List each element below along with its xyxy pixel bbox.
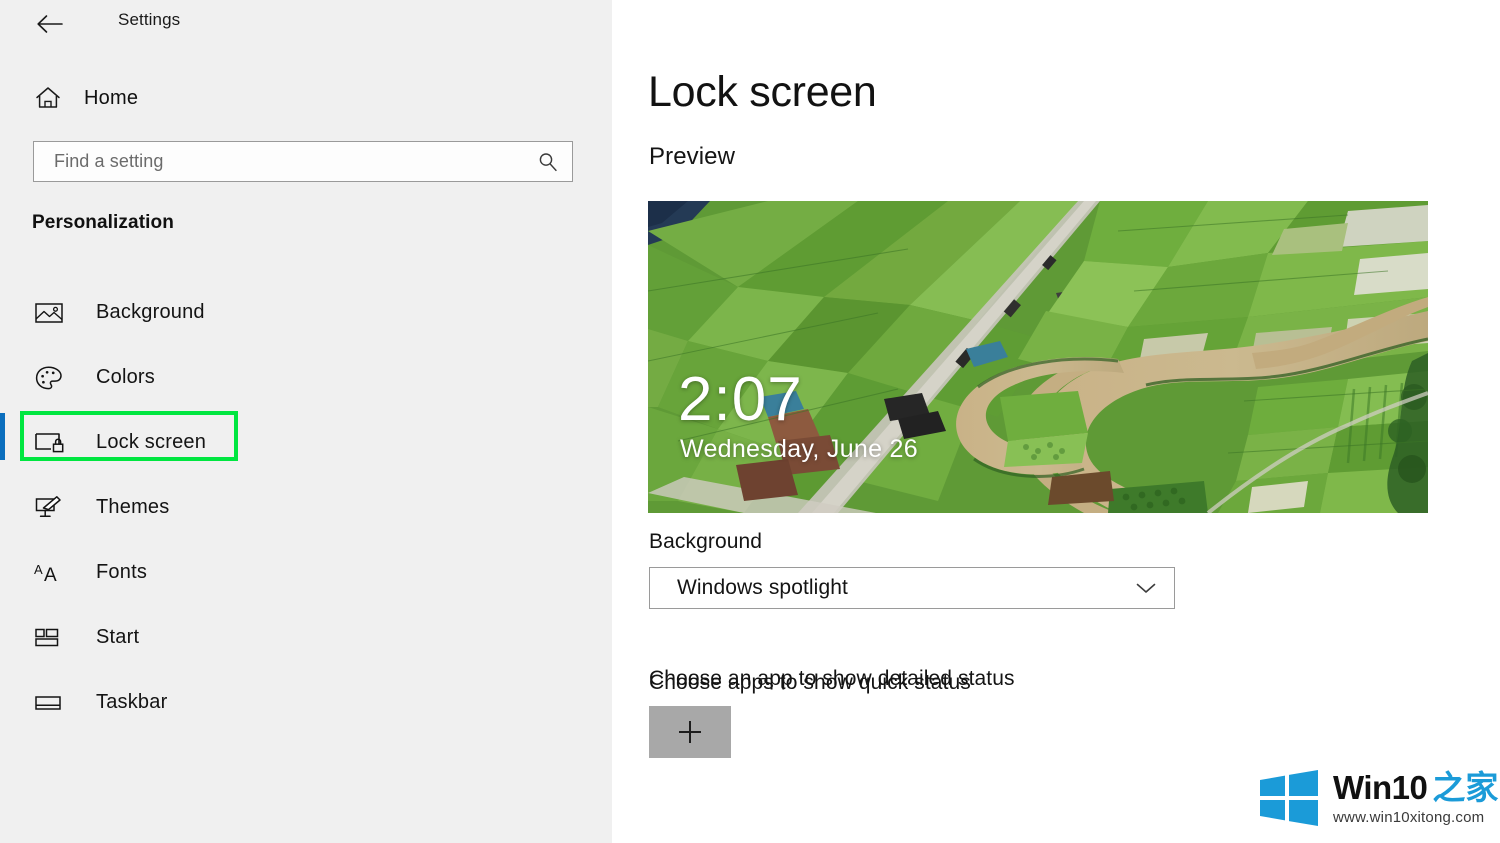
title-bar: Settings: [0, 0, 612, 48]
background-dropdown-value: Windows spotlight: [677, 576, 848, 599]
back-arrow-icon: [37, 15, 63, 33]
preview-image: [648, 201, 1428, 513]
sidebar-item-background[interactable]: Background: [0, 280, 612, 345]
lock-screen-icon: [34, 430, 80, 456]
taskbar-icon: [34, 691, 80, 715]
add-detailed-status-app-button[interactable]: [649, 706, 731, 758]
lock-screen-preview[interactable]: 2:07 Wednesday, June 26: [648, 201, 1428, 513]
plus-icon: [679, 721, 701, 743]
search-input[interactable]: [34, 151, 524, 172]
search-box[interactable]: [33, 141, 573, 182]
start-tiles-icon: [34, 626, 80, 650]
lock-screen-date: Wednesday, June 26: [680, 435, 918, 463]
chevron-down-icon[interactable]: [1118, 581, 1174, 595]
quick-status-label: Choose apps to show quick status: [649, 671, 971, 694]
sidebar-label-taskbar: Taskbar: [96, 691, 168, 713]
sidebar-item-lock-screen[interactable]: Lock screen: [0, 410, 612, 475]
background-label: Background: [649, 530, 763, 553]
svg-text:A: A: [34, 562, 43, 577]
home-icon: [28, 85, 68, 111]
main-content: Lock screen Preview 2:07 Wednesday, June…: [612, 0, 1500, 843]
page-title: Lock screen: [648, 68, 877, 116]
sidebar-item-themes[interactable]: Themes: [0, 475, 612, 540]
brush-icon: [34, 494, 80, 522]
search-icon[interactable]: [524, 151, 572, 173]
svg-text:A: A: [44, 565, 57, 586]
sidebar-label-background: Background: [96, 301, 205, 323]
back-button[interactable]: [27, 3, 73, 45]
sidebar-item-home[interactable]: Home: [28, 78, 298, 118]
sidebar-nav-list: Background Colors Lock screen Themes A A…: [0, 280, 612, 735]
sidebar-label-colors: Colors: [96, 366, 155, 388]
preview-heading: Preview: [649, 143, 736, 170]
sidebar-home-label: Home: [84, 86, 139, 109]
palette-icon: [34, 364, 80, 392]
picture-icon: [34, 300, 80, 326]
sidebar-section-title: Personalization: [32, 212, 174, 233]
selection-indicator: [0, 413, 5, 460]
sidebar-label-start: Start: [96, 626, 140, 648]
settings-window: Settings Home Personalization: [0, 0, 1500, 843]
window-title: Settings: [118, 10, 181, 29]
sidebar: Settings Home Personalization: [0, 0, 612, 843]
sidebar-label-lock-screen: Lock screen: [96, 431, 207, 453]
sidebar-item-start[interactable]: Start: [0, 605, 612, 670]
sidebar-item-taskbar[interactable]: Taskbar: [0, 670, 612, 735]
sidebar-label-fonts: Fonts: [96, 561, 148, 583]
sidebar-label-themes: Themes: [96, 496, 170, 518]
lock-screen-time: 2:07: [678, 365, 803, 434]
font-icon: A A: [34, 560, 80, 586]
background-dropdown[interactable]: Windows spotlight: [649, 567, 1175, 609]
sidebar-item-fonts[interactable]: A A Fonts: [0, 540, 612, 605]
sidebar-item-colors[interactable]: Colors: [0, 345, 612, 410]
